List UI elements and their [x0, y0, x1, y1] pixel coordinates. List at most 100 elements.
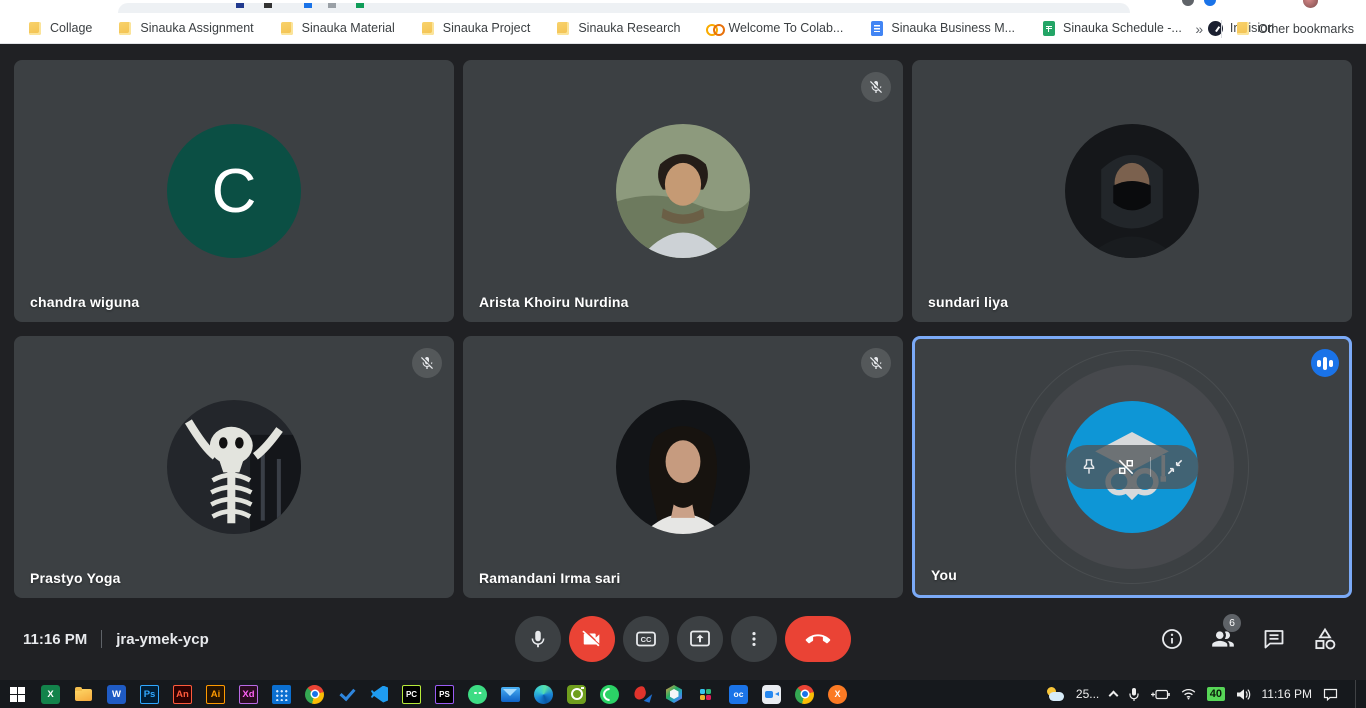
minimize-tile-button[interactable]	[1162, 454, 1188, 480]
folder-icon	[280, 21, 295, 36]
taskbar-app-explorer[interactable]	[74, 685, 93, 704]
folder-icon	[1236, 21, 1251, 36]
bookmark-item[interactable]: Sinauka Schedule -...	[1041, 21, 1182, 36]
speaker-icon[interactable]	[1236, 688, 1251, 701]
bookmark-label: Sinauka Schedule -...	[1063, 21, 1182, 35]
bookmark-item[interactable]: Sinauka Material	[280, 21, 395, 36]
participant-name: You	[931, 567, 957, 583]
taskbar-clock[interactable]: 11:16 PM	[1262, 687, 1312, 701]
bookmark-label: Sinauka Research	[578, 21, 680, 35]
microphone-tray-icon[interactable]	[1128, 687, 1140, 702]
bookmarks-separator	[1221, 20, 1222, 38]
other-bookmarks-button[interactable]: Other bookmarks	[1236, 21, 1354, 36]
participant-count-badge: 6	[1223, 614, 1241, 632]
favicon-sliver	[264, 3, 272, 8]
pin-tile-button[interactable]	[1076, 454, 1102, 480]
taskbar-app-bird-app[interactable]	[633, 685, 652, 704]
participant-tile[interactable]: C chandra wiguna	[14, 60, 454, 322]
show-desktop-strip[interactable]	[1355, 680, 1356, 708]
windows-taskbar: X W Ps An Ai Xd PC PS oc X 25... 40 11:16 PM	[0, 680, 1366, 708]
taskbar-app-illustrator[interactable]: Ai	[206, 685, 225, 704]
participant-name: chandra wiguna	[30, 294, 139, 310]
taskbar-app-xd[interactable]: Xd	[239, 685, 258, 704]
folder-icon	[28, 21, 43, 36]
participants-grid: C chandra wiguna	[14, 60, 1352, 598]
system-tray: 25... 40 11:16 PM	[1045, 680, 1366, 708]
mic-button[interactable]	[515, 616, 561, 662]
bookmark-label: Sinauka Material	[302, 21, 395, 35]
tile-hover-toolbar	[1065, 445, 1199, 489]
taskbar-app-excel[interactable]: X	[41, 685, 60, 704]
participant-tile[interactable]: Ramandani Irma sari	[463, 336, 903, 598]
taskbar-app-video-app[interactable]	[762, 685, 781, 704]
taskbar-app-android[interactable]	[468, 685, 487, 704]
avatar-initial-letter: C	[212, 156, 257, 227]
extension-icon[interactable]	[1204, 0, 1216, 6]
mic-muted-indicator	[861, 72, 891, 102]
bookmark-label: Sinauka Assignment	[140, 21, 253, 35]
action-center-icon[interactable]	[1323, 688, 1338, 701]
end-call-button[interactable]	[785, 616, 851, 662]
taskbar-app-pycharm[interactable]: PC	[402, 685, 421, 704]
taskbar-app-photoshop[interactable]: Ps	[140, 685, 159, 704]
bookmark-item[interactable]: Welcome To Colab...	[706, 21, 843, 36]
participant-tile[interactable]: sundari liya	[912, 60, 1352, 322]
taskbar-app-vscode[interactable]	[371, 686, 388, 703]
taskbar-app-animate[interactable]: An	[173, 685, 192, 704]
sheets-icon	[1041, 21, 1056, 36]
meeting-code: jra-ymek-ycp	[116, 631, 209, 648]
participant-tile[interactable]: Arista Khoiru Nurdina	[463, 60, 903, 322]
taskbar-app-hexagon-app[interactable]	[666, 685, 682, 703]
taskbar-app-chrome[interactable]	[795, 685, 814, 704]
taskbar-app-oc-app[interactable]: oc	[729, 685, 748, 704]
chat-button[interactable]	[1261, 626, 1287, 652]
bookmark-item[interactable]: Sinauka Research	[556, 21, 680, 36]
battery-charging-icon[interactable]	[1151, 689, 1170, 700]
meet-main: C chandra wiguna	[0, 44, 1366, 680]
taskbar-app-xampp[interactable]: X	[828, 685, 847, 704]
battery-percent-badge[interactable]: 40	[1207, 687, 1224, 701]
taskbar-app-recorder[interactable]	[567, 685, 586, 704]
meeting-details-button[interactable]	[1159, 626, 1185, 652]
clock: 11:16 PM	[23, 631, 87, 648]
taskbar-app-whatsapp[interactable]	[600, 685, 619, 704]
more-options-button[interactable]	[731, 616, 777, 662]
self-tile[interactable]: You	[912, 336, 1352, 598]
favicon-sliver	[236, 3, 244, 8]
participants-button[interactable]: 6	[1210, 626, 1236, 652]
weather-icon[interactable]	[1045, 686, 1065, 702]
camera-off-button[interactable]	[569, 616, 615, 662]
toolbar-divider	[1150, 457, 1151, 477]
participant-tile[interactable]: Prastyo Yoga	[14, 336, 454, 598]
avatar-photo	[1065, 124, 1199, 258]
other-bookmarks-label: Other bookmarks	[1258, 22, 1354, 36]
colab-icon	[706, 21, 721, 36]
activities-button[interactable]	[1312, 626, 1338, 652]
taskbar-app-slack[interactable]	[696, 685, 715, 704]
profile-avatar[interactable]	[1303, 0, 1318, 8]
bookmark-item[interactable]: Sinauka Project	[421, 21, 531, 36]
taskbar-app-todo-check[interactable]	[338, 685, 357, 704]
screen: Collage Sinauka Assignment Sinauka Materia…	[0, 0, 1366, 708]
taskbar-app-calendar[interactable]	[272, 685, 291, 704]
remove-from-layout-button[interactable]	[1113, 454, 1139, 480]
participant-name: Ramandani Irma sari	[479, 570, 621, 586]
taskbar-app-phpstorm[interactable]: PS	[435, 685, 454, 704]
taskbar-app-chrome[interactable]	[305, 685, 324, 704]
captions-button[interactable]: CC	[623, 616, 669, 662]
taskbar-app-start[interactable]	[8, 685, 27, 704]
present-screen-button[interactable]	[677, 616, 723, 662]
bookmark-item[interactable]: Collage	[28, 21, 92, 36]
taskbar-app-word[interactable]: W	[107, 685, 126, 704]
weather-temperature[interactable]: 25...	[1076, 687, 1099, 701]
taskbar-app-mail[interactable]	[501, 687, 520, 702]
wifi-icon[interactable]	[1181, 688, 1196, 700]
tray-expand-chevron-icon[interactable]	[1109, 691, 1119, 701]
bookmark-label: Welcome To Colab...	[728, 21, 843, 35]
taskbar-app-edge[interactable]	[534, 685, 553, 704]
extensions-puzzle-icon[interactable]	[1182, 0, 1194, 6]
bookmark-item[interactable]: Sinauka Assignment	[118, 21, 253, 36]
address-bar[interactable]	[118, 3, 1130, 13]
bookmarks-overflow-chevron[interactable]: »	[1191, 21, 1207, 37]
bookmark-item[interactable]: Sinauka Business M...	[869, 21, 1015, 36]
